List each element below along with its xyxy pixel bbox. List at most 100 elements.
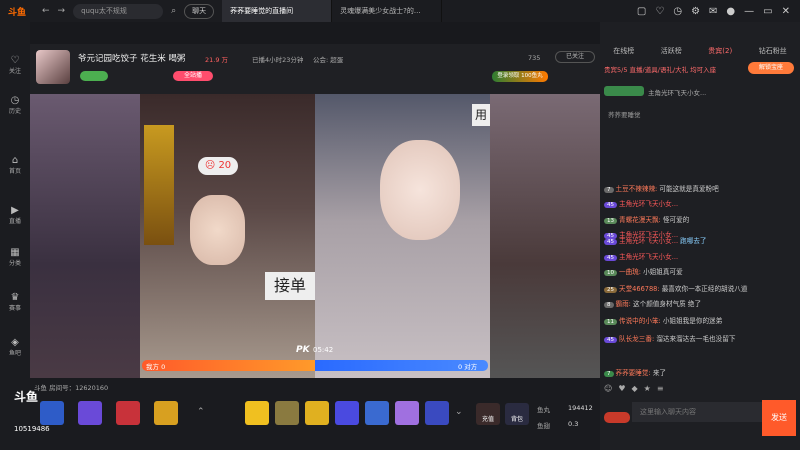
pk-label: PK (296, 345, 310, 355)
minimize-icon[interactable]: — (744, 6, 754, 17)
sidebar-item-label: 历史 (8, 108, 21, 115)
vip-notice: 贵宾5/5 直播/道具/语礼/大礼 均可入座 (604, 66, 717, 74)
fan-total: 10519486 (14, 425, 50, 433)
follow-button[interactable]: 已关注 (555, 51, 595, 63)
streamer-face-left (190, 195, 245, 265)
chat-text: 跑哪去了 (680, 237, 707, 245)
emoji-icon[interactable]: ☺ (604, 384, 618, 393)
heat-count: 21.9 万 (205, 56, 229, 64)
tab-label: 灵魂爆满美少女战士?的... (340, 7, 421, 15)
chat-text: 小姐姐我是你的迷弟 (662, 317, 723, 325)
like-bubble: ☹ 20 (198, 157, 238, 175)
close-icon[interactable]: ✕ (782, 6, 790, 17)
back-icon[interactable]: ← (42, 6, 50, 16)
backpack-button[interactable]: 背包 (505, 403, 529, 425)
unlock-seat-button[interactable]: 解锁宝座 (748, 62, 794, 74)
clock-icon: ◷ (10, 95, 20, 106)
send-button[interactable]: 发送 (762, 400, 796, 436)
sidebar-item-events[interactable]: ♛ 赛事 (0, 292, 30, 312)
gift-item-7[interactable] (425, 401, 449, 425)
search-icon[interactable]: ⌕ (171, 6, 176, 16)
login-gift-badge[interactable]: 登录领取 100鱼丸 (492, 71, 548, 82)
chat-message: 7 荞荞要睡觉: 来了 (604, 367, 794, 377)
sidebar-item-category[interactable]: ▦ 分类 (0, 247, 30, 267)
chat-user[interactable]: 土豆不辣辣辣: (616, 185, 658, 193)
chat-input[interactable]: 这里输入聊天内容 (632, 402, 762, 422)
fish-icon: ◈ (11, 337, 19, 348)
room-id: 斗鱼 房间号：12620160 (34, 384, 109, 392)
chat-user[interactable]: 青螺花漫天飘: (619, 216, 661, 224)
chat-user[interactable]: 队长龙三番: (619, 335, 654, 343)
level-badge: 45 (604, 202, 617, 208)
chat-toolbar: ☺♥◆★≡ (604, 384, 670, 393)
sidebar-item-history[interactable]: ◷ 历史 (0, 95, 30, 115)
level-badge: 7 (604, 187, 614, 193)
station-badge[interactable]: 全站播 (173, 71, 213, 81)
mail-icon[interactable]: ✉ (709, 6, 717, 17)
heart-icon: ♡ (10, 55, 20, 66)
chat-user[interactable]: 主角光环飞天小女... (619, 253, 678, 261)
live-icon: ▶ (11, 205, 19, 216)
chat-bubble-icon[interactable]: ▢ (637, 6, 646, 17)
tab-room-2[interactable]: 灵魂爆满美少女战士?的... (332, 0, 443, 22)
tab-online-rank[interactable]: 在线榜 (613, 44, 634, 58)
chat-text: 溜达来溜达去一毛也没留下 (656, 335, 736, 343)
host-sub: 荞荞要睡觉 (608, 111, 641, 119)
forward-icon[interactable]: → (58, 6, 66, 16)
gift-item-2[interactable] (275, 401, 299, 425)
chat-user[interactable]: 天堂466788: (619, 285, 660, 293)
red-envelope-icon[interactable] (116, 401, 140, 425)
chat-text: 这个颜值身材气质 绝了 (633, 300, 702, 308)
gift-item-5[interactable] (365, 401, 389, 425)
search-input[interactable]: ququ太不规规 (73, 3, 164, 19)
tab-diamond-fans[interactable]: 钻石粉丝 (759, 44, 787, 58)
clock-icon[interactable]: ◷ (673, 6, 682, 17)
sidebar-item-label: 分类 (8, 260, 21, 267)
trophy-icon: ♛ (10, 292, 20, 303)
douyu-logo[interactable]: 斗鱼 (8, 2, 34, 20)
gift-item-4[interactable] (335, 401, 359, 425)
gift-item-1[interactable] (245, 401, 269, 425)
level-badge: 25 (604, 287, 617, 293)
fan-badge-toggle[interactable] (604, 412, 630, 423)
avatar[interactable]: ● (726, 6, 735, 17)
sidebar-item-yuba[interactable]: ◈ 鱼吧 (0, 337, 30, 357)
list-icon[interactable]: ≡ (657, 384, 670, 393)
sidebar-item-follow[interactable]: ♡ 关注 (0, 55, 30, 75)
yuwan-label: 鱼丸 (537, 406, 550, 414)
gift-icon[interactable]: ◆ (632, 384, 644, 393)
fan-club-icon[interactable] (78, 401, 102, 425)
chat-user[interactable]: 主角光环飞天小女... (619, 237, 678, 245)
chat-button[interactable]: 聊天 (184, 3, 215, 19)
star-icon[interactable]: ★ (644, 384, 657, 393)
pk-progress-bar (142, 360, 488, 371)
gear-icon[interactable]: ⚙ (691, 6, 700, 17)
tab-vip[interactable]: 贵宾(2) (708, 44, 732, 58)
chat-text: 可能这就是真爱粉吧 (659, 185, 719, 193)
sidebar-item-home[interactable]: ⌂ 首页 (0, 155, 30, 175)
level-badge: 13 (604, 218, 617, 224)
chat-user[interactable]: 主角光环飞天小女... (619, 200, 678, 208)
recharge-button[interactable]: 充值 (476, 403, 500, 425)
chevron-up-icon[interactable]: ⌃ (197, 407, 205, 417)
fan-icon[interactable]: ♥ (618, 384, 631, 393)
heart-icon[interactable]: ♡ (655, 6, 664, 17)
video-blur-left (30, 94, 140, 378)
noble-gift-icon[interactable] (40, 401, 64, 425)
streamer-avatar[interactable] (36, 50, 70, 84)
maximize-icon[interactable]: ▭ (763, 6, 772, 17)
golden-statue (144, 125, 174, 245)
trophy-icon[interactable] (154, 401, 178, 425)
tab-room-1[interactable]: 荞荞要睡觉的直播间 (222, 0, 333, 22)
room-title: 爷元记园吃饺子 花生米 喝粥 (78, 54, 186, 64)
sidebar-item-live[interactable]: ▶ 直播 (0, 205, 30, 225)
corner-sign: 用 (472, 104, 490, 126)
chevron-down-icon[interactable]: ⌄ (455, 407, 463, 417)
chat-user[interactable]: 荞荞要睡觉: (616, 369, 651, 377)
chat-user[interactable]: 一曲琉: (619, 268, 641, 276)
chat-user[interactable]: 霸雨: (616, 300, 631, 308)
gift-item-3[interactable] (305, 401, 329, 425)
gift-item-6[interactable] (395, 401, 419, 425)
tab-active-rank[interactable]: 活跃榜 (661, 44, 682, 58)
chat-user[interactable]: 传说中的小笨: (619, 317, 661, 325)
